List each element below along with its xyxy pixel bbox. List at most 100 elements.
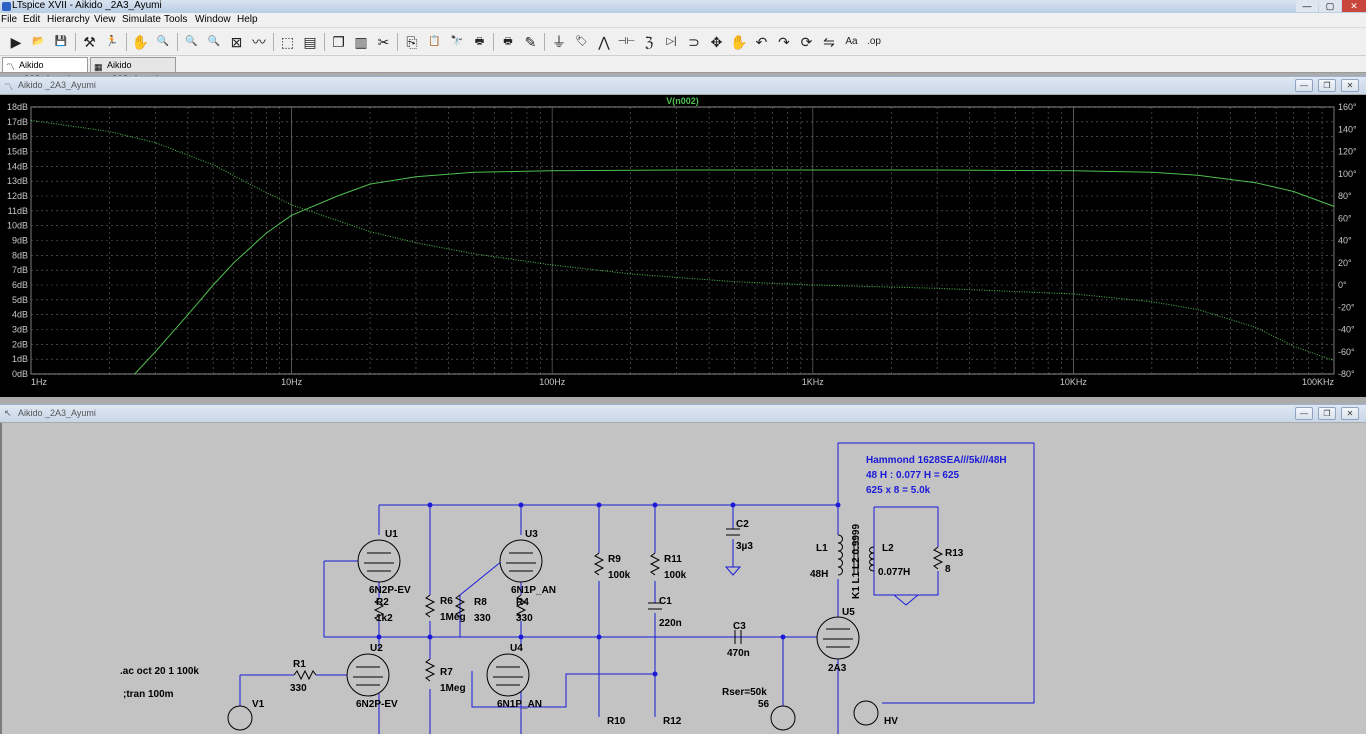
zoom-fit-icon[interactable]: 🔍 (204, 32, 224, 52)
menu-simulate[interactable]: Simulate (122, 14, 161, 25)
folder-icon[interactable]: 📂 (29, 32, 49, 52)
text-icon[interactable]: Aa (842, 32, 862, 52)
diode-icon[interactable]: ▷| (662, 32, 682, 52)
transformer-note-2[interactable]: 48 H : 0.077 H = 625 (866, 470, 960, 481)
menu-file[interactable]: File (1, 14, 17, 25)
find-icon[interactable]: 🔭 (447, 32, 467, 52)
component-icon[interactable]: ⊃ (684, 32, 704, 52)
redo-icon[interactable]: ↷ (774, 32, 794, 52)
hand-icon[interactable]: ✋ (131, 32, 151, 52)
waveform-plot[interactable]: 0dB 1dB 2dB 3dB 4dB 5dB 6dB 7dB 8dB 9dB 10dB 11dB 12… (0, 95, 1366, 397)
autorange-icon[interactable]: ⬚ (278, 32, 298, 52)
rotate-icon[interactable]: ⟳ (797, 32, 817, 52)
menu-help[interactable]: Help (237, 14, 258, 25)
tube-u2 (346, 653, 390, 697)
r10-label: R10 (607, 716, 626, 727)
r11-value: 100k (664, 570, 687, 581)
drag-icon[interactable]: ✋ (729, 32, 749, 52)
tile-vertical-icon[interactable]: ▥ (351, 32, 371, 52)
open-icon[interactable]: ▶ (6, 32, 26, 52)
spice-directive-icon[interactable]: .op (864, 32, 884, 52)
u2-label: U2 (370, 643, 383, 654)
print-setup-icon[interactable]: 🖶 (498, 32, 518, 52)
zoom-cancel-icon[interactable]: ⊠ (227, 32, 247, 52)
y-tick-label-left: 6dB (12, 280, 28, 290)
waveform-chart[interactable]: 0dB 1dB 2dB 3dB 4dB 5dB 6dB 7dB 8dB 9dB 10dB 11dB 12… (0, 95, 1366, 397)
k1-coupling: K1 L1 L2 0.9999 (851, 524, 862, 599)
zoom-in-icon[interactable]: 🔍 (153, 32, 173, 52)
y-tick-label-left: 15dB (7, 147, 28, 157)
close-button[interactable]: ✕ (1342, 0, 1366, 12)
cascade-icon[interactable]: ❐ (329, 32, 349, 52)
capacitor-icon[interactable]: ⊣⊢ (617, 32, 637, 52)
r4-value: 330 (516, 613, 533, 624)
ac-directive[interactable]: .ac oct 20 1 100k (120, 666, 199, 677)
r6-value: 1Meg (440, 612, 466, 623)
resistor-r1 (293, 669, 317, 681)
minimize-button[interactable]: — (1296, 0, 1318, 12)
transformer-note-3[interactable]: 625 x 8 = 5.0k (866, 485, 931, 496)
waveform-icon[interactable]: 〰 (249, 32, 269, 52)
schematic-window-titlebar[interactable]: ↖ Aikido _2A3_Ayumi — ❐ ✕ (0, 404, 1366, 422)
tab-waveform[interactable]: 〽 Aikido _2A3_Ayumi (2, 57, 88, 84)
r4-label: R4 (516, 597, 529, 608)
menu-hierarchy[interactable]: Hierarchy (47, 14, 90, 25)
tube-u5 (816, 616, 860, 660)
toolbar-separator (493, 33, 494, 51)
menu-view[interactable]: View (94, 14, 116, 25)
undo-icon[interactable]: ↶ (752, 32, 772, 52)
title-bar: LTspice XVII - Aikido _2A3_Ayumi — ▢ ✕ (0, 0, 1366, 13)
u3-model: 6N1P_AN (511, 585, 556, 596)
inductor-icon[interactable]: ℨ (639, 32, 659, 52)
plot-minimize-button[interactable]: — (1295, 79, 1313, 92)
print-icon[interactable]: 🖶 (470, 32, 490, 52)
transformer-note-1[interactable]: Hammond 1628SEA///5k///48H (866, 455, 1007, 466)
u3-label: U3 (525, 529, 538, 540)
menu-window[interactable]: Window (195, 14, 231, 25)
save-icon[interactable]: 💾 (51, 32, 71, 52)
l1-label: L1 (816, 543, 828, 554)
y-tick-label-right: 100° (1338, 169, 1357, 179)
toolbar-separator (176, 33, 178, 51)
paste-icon[interactable]: 📋 (425, 32, 445, 52)
menu-tools[interactable]: Tools (164, 14, 187, 25)
resistor-icon[interactable]: ⋀ (594, 32, 614, 52)
plot-close-button[interactable]: ✕ (1341, 79, 1359, 92)
tab-schematic[interactable]: ▦ Aikido _2A3_Ayumi (90, 57, 176, 84)
copy-icon[interactable]: ⎘ (402, 32, 422, 52)
x-tick-label: 100Hz (539, 377, 566, 387)
schematic-window-title: Aikido _2A3_Ayumi (18, 408, 96, 418)
y-tick-label-right: 120° (1338, 147, 1357, 157)
menu-edit[interactable]: Edit (23, 14, 40, 25)
plot-restore-button[interactable]: ❐ (1318, 79, 1336, 92)
run-icon[interactable]: 🏃 (102, 32, 122, 52)
source-v1 (227, 705, 253, 731)
hammer-icon[interactable]: ⚒ (80, 32, 100, 52)
hv-label: HV (884, 716, 898, 727)
tile-horizontal-icon[interactable]: ▤ (300, 32, 320, 52)
mirror-icon[interactable]: ⇋ (819, 32, 839, 52)
toolbar-separator (125, 33, 127, 51)
menu-bar: File Edit Hierarchy View Simulate Tools … (0, 13, 1366, 28)
ground-icon[interactable]: ⏚ (549, 32, 569, 52)
move-icon[interactable]: ✥ (707, 32, 727, 52)
schematic-close-button[interactable]: ✕ (1341, 407, 1359, 420)
label-icon[interactable]: 🏷 (572, 32, 592, 52)
y-tick-label-right: 60° (1338, 213, 1352, 223)
schematic-minimize-button[interactable]: — (1295, 407, 1313, 420)
plot-window-titlebar[interactable]: 〽 Aikido _2A3_Ayumi — ❐ ✕ (0, 76, 1366, 94)
tran-directive[interactable]: ;tran 100m (123, 689, 174, 700)
schematic-restore-button[interactable]: ❐ (1318, 407, 1336, 420)
maximize-button[interactable]: ▢ (1319, 0, 1341, 12)
cut-icon[interactable]: ✂ (374, 32, 394, 52)
schematic-canvas[interactable]: U1 6N2P-EV R2 1k2 U2 6N2P-EV R6 1Meg R7 … (0, 423, 1366, 734)
chart-title: V(n002) (666, 96, 699, 106)
source-hv (853, 700, 879, 726)
zoom-out-icon[interactable]: 🔍 (182, 32, 202, 52)
y-tick-label-left: 12dB (7, 191, 28, 201)
pencil-icon[interactable]: ✎ (521, 32, 541, 52)
y-tick-label-right: 80° (1338, 191, 1352, 201)
c3-label: C3 (733, 621, 746, 632)
c2-label: C2 (736, 519, 749, 530)
schematic-drawing[interactable]: U1 6N2P-EV R2 1k2 U2 6N2P-EV R6 1Meg R7 … (2, 423, 1366, 734)
